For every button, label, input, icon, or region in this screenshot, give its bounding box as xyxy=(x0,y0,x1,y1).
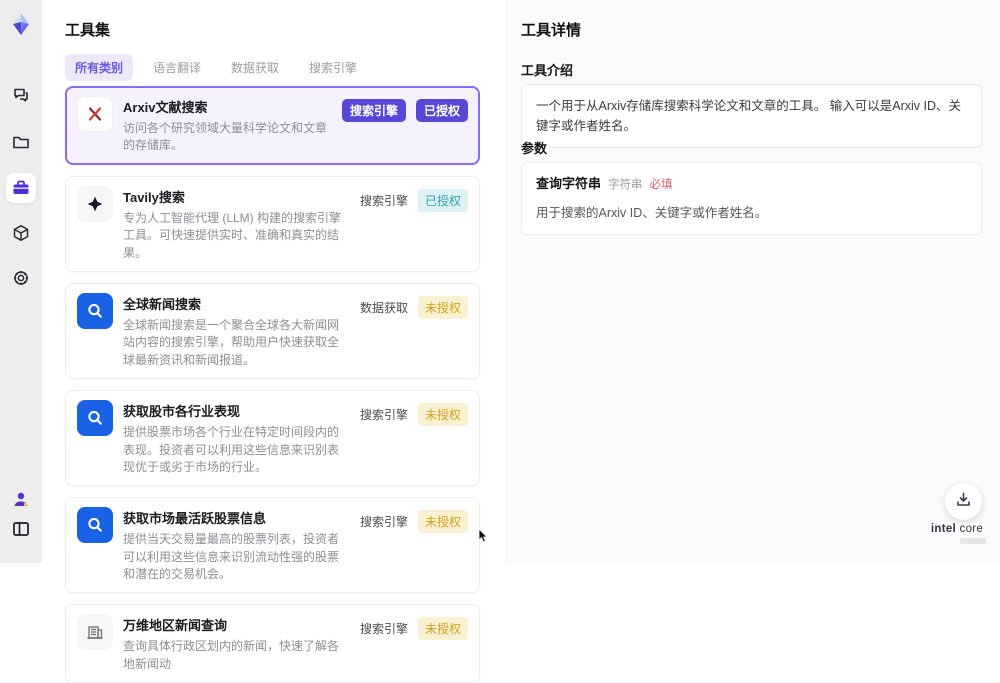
tool-name: 获取股市各行业表现 xyxy=(123,404,241,420)
mouse-cursor xyxy=(478,528,490,543)
sidebar-item-account[interactable] xyxy=(6,484,36,514)
auth-badge: 已授权 xyxy=(417,188,468,212)
tool-name: 万维地区新闻查询 xyxy=(123,618,228,634)
tool-description: 访问各个研究领域大量科学论文和文章的存储库。 xyxy=(123,121,328,153)
tool-name: Tavily搜索 xyxy=(123,189,185,205)
tool-name: 全球新闻搜索 xyxy=(123,296,202,312)
user-icon xyxy=(11,489,31,509)
stock-search-icon xyxy=(77,507,113,544)
param-name: 查询字符串 xyxy=(536,176,602,191)
intel-sub-badge xyxy=(960,538,986,544)
intro-box: 一个用于从Arxiv存储库搜索科学论文和文章的工具。 输入可以是Arxiv ID… xyxy=(521,84,982,148)
building-icon xyxy=(77,614,113,651)
arxiv-icon xyxy=(77,96,113,132)
app-logo-icon[interactable] xyxy=(7,10,35,38)
tool-card-sector-performance[interactable]: 获取股市各行业表现 提供股票市场各个行业在特定时间段内的表现。投资者可以利用这些… xyxy=(65,390,480,487)
tab-all-categories[interactable]: 所有类别 xyxy=(65,54,134,81)
tool-name: 获取市场最活跃股票信息 xyxy=(123,511,267,527)
sidebar-item-collapse[interactable] xyxy=(6,514,36,544)
tool-description: 提供当天交易量最高的股票列表，投资者可以利用这些信息来识别流动性强的股票和潜在的… xyxy=(123,532,340,582)
tool-description: 全球新闻搜索是一个聚合全球各大新闻网站内容的搜索引擎，帮助用户快速获取全球最新资… xyxy=(123,317,340,367)
sidebar-item-tools[interactable] xyxy=(6,173,36,203)
panel-toggle-icon xyxy=(11,519,31,539)
category-badge: 搜索引擎 xyxy=(341,99,406,122)
chat-icon xyxy=(11,85,31,105)
icon-rail xyxy=(0,0,42,563)
auth-badge: 未授权 xyxy=(417,403,468,427)
intel-core-logo: intel core xyxy=(922,523,992,544)
tab-search-engine[interactable]: 搜索引擎 xyxy=(299,54,367,81)
briefcase-icon xyxy=(11,178,31,198)
news-search-icon xyxy=(77,292,113,329)
tab-data-fetch[interactable]: 数据获取 xyxy=(221,54,289,81)
params-heading: 参数 xyxy=(521,141,548,156)
tool-list-panel: 工具集 所有类别 语言翻译 数据获取 搜索引擎 Arxiv文献搜索 访问各个研究… xyxy=(42,0,533,683)
sidebar-item-files[interactable] xyxy=(6,127,36,157)
gear-icon xyxy=(11,268,31,288)
auth-badge: 未授权 xyxy=(417,510,468,534)
download-button[interactable] xyxy=(945,483,982,520)
category-label: 搜索引擎 xyxy=(359,622,408,637)
sidebar-item-packages[interactable] xyxy=(6,218,36,248)
folder-icon xyxy=(11,132,31,152)
category-label: 搜索引擎 xyxy=(359,408,408,423)
tool-card-regional-news[interactable]: 万维地区新闻查询 查询具体行政区划内的新闻，快速了解各地新闻动 搜索引擎 未授权 xyxy=(65,604,480,683)
tool-card-global-news[interactable]: 全球新闻搜索 全球新闻搜索是一个聚合全球各大新闻网站内容的搜索引擎，帮助用户快速… xyxy=(65,282,480,380)
tool-card-arxiv[interactable]: Arxiv文献搜索 访问各个研究领域大量科学论文和文章的存储库。 搜索引擎 已授… xyxy=(65,86,480,165)
tool-description: 查询具体行政区划内的新闻，快速了解各地新闻动 xyxy=(123,639,340,671)
auth-badge: 未授权 xyxy=(417,617,468,641)
tool-card-most-active-stocks[interactable]: 获取市场最活跃股票信息 提供当天交易量最高的股票列表，投资者可以利用这些信息来识… xyxy=(65,497,480,594)
param-required-flag: 必填 xyxy=(649,179,673,191)
tab-translation[interactable]: 语言翻译 xyxy=(143,54,211,81)
param-type: 字符串 xyxy=(608,179,643,191)
intel-core-text: intel core xyxy=(930,523,984,535)
cube-icon xyxy=(11,223,31,243)
download-icon xyxy=(955,491,972,513)
tool-detail-panel: 工具详情 工具介绍 一个用于从Arxiv存储库搜索科学论文和文章的工具。 输入可… xyxy=(506,0,1000,563)
category-label: 搜索引擎 xyxy=(359,515,408,530)
tool-description: 提供股票市场各个行业在特定时间段内的表现。投资者可以利用这些信息来识别表现优于或… xyxy=(123,425,340,474)
category-tabs: 所有类别 语言翻译 数据获取 搜索引擎 xyxy=(65,54,367,81)
auth-badge: 已授权 xyxy=(415,99,468,122)
category-label: 搜索引擎 xyxy=(359,193,408,208)
page-title: 工具集 xyxy=(65,22,111,39)
tool-card-list: Arxiv文献搜索 访问各个研究领域大量科学论文和文章的存储库。 搜索引擎 已授… xyxy=(65,86,480,683)
tavily-star-icon xyxy=(77,185,113,222)
param-description: 用于搜索的Arxiv ID、关键字或作者姓名。 xyxy=(536,205,768,220)
category-label: 数据获取 xyxy=(359,300,408,315)
auth-badge: 未授权 xyxy=(417,295,468,319)
tool-name: Arxiv文献搜索 xyxy=(123,100,208,115)
stock-search-icon xyxy=(77,400,113,437)
sidebar-item-chat[interactable] xyxy=(6,80,36,110)
tool-card-tavily[interactable]: Tavily搜索 专为人工智能代理 (LLM) 构建的搜索引擎工具。可快速提供实… xyxy=(65,175,480,272)
intro-heading: 工具介绍 xyxy=(521,63,574,78)
sidebar-item-settings[interactable] xyxy=(6,263,36,293)
param-box: 查询字符串 字符串 必填 用于搜索的Arxiv ID、关键字或作者姓名。 xyxy=(521,162,982,235)
tool-description: 专为人工智能代理 (LLM) 构建的搜索引擎工具。可快速提供实时、准确和真实的结… xyxy=(123,210,342,260)
detail-title: 工具详情 xyxy=(521,22,582,39)
